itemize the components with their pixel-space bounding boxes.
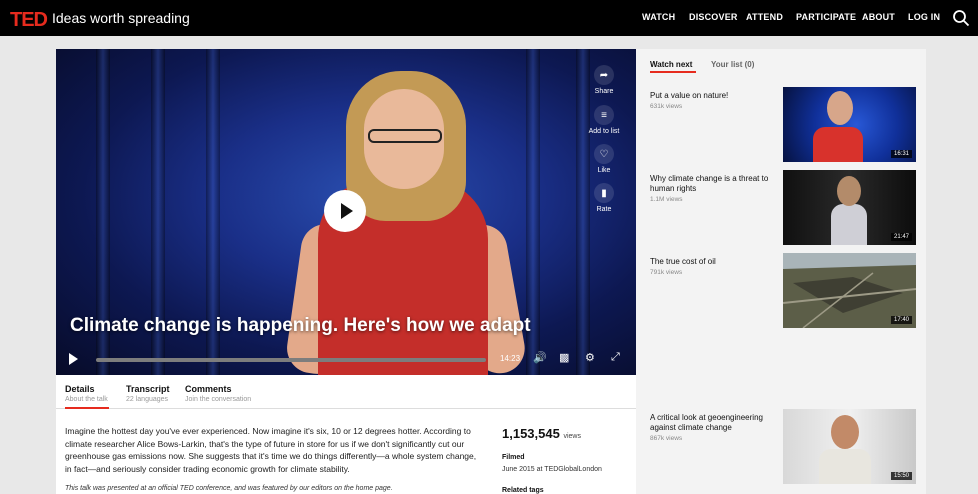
view-count-number: 1,153,545 [502, 426, 560, 441]
add-to-list-button[interactable]: ≡ Add to list [583, 105, 625, 135]
ted-logo[interactable]: TED [10, 9, 48, 32]
talk-duration: 21:47 [890, 233, 912, 241]
tab-sublabel: About the talk [65, 396, 108, 403]
share-label: Share [594, 88, 614, 95]
filmed-label: Filmed [502, 454, 525, 461]
share-button[interactable]: ➦ Share [583, 65, 625, 95]
talk-duration: 15:50 [890, 472, 912, 480]
bar-chart-icon: ▮ [594, 183, 614, 203]
related-tags-label: Related tags [502, 487, 544, 494]
rate-label: Rate [596, 206, 612, 213]
tagline: Ideas worth spreading [52, 10, 190, 26]
talk-views: 791k views [650, 269, 683, 276]
tab-transcript[interactable]: Transcript 22 languages [126, 384, 170, 403]
tab-comments[interactable]: Comments Join the conversation [185, 384, 251, 403]
talk-title[interactable]: The true cost of oil [650, 257, 780, 267]
speaker-figure [837, 176, 861, 206]
tab-sublabel: Join the conversation [185, 396, 252, 403]
add-to-list-icon: ≡ [594, 105, 614, 125]
filmed-value: June 2015 at TEDGlobalLondon [502, 466, 602, 473]
nav-discover[interactable]: DISCOVER [689, 12, 738, 22]
video-duration: 14:23 [500, 354, 521, 363]
fullscreen-icon[interactable]: ⤢ [611, 351, 620, 364]
video-controls: 14:23 🔊 ▩ ⚙ ⤢ [56, 345, 636, 375]
talk-details: Imagine the hottest day you've ever expe… [56, 409, 636, 494]
talk-views: 1.1M views [650, 196, 683, 203]
play-button-large[interactable] [324, 190, 366, 232]
watch-next-sidebar: Watch next Your list (0) Put a value on … [636, 49, 926, 494]
speaker-figure [827, 91, 853, 125]
talk-thumbnail[interactable]: 17:40 [783, 253, 916, 328]
video-title: Climate change is happening. Here's how … [70, 315, 531, 336]
like-button[interactable]: ♡ Like [583, 144, 625, 174]
talk-thumbnail[interactable]: 16:31 [783, 87, 916, 162]
nav-watch[interactable]: WATCH [642, 12, 675, 22]
featured-note: This talk was presented at an official T… [65, 485, 393, 492]
talk-tabs: Details About the talk Transcript 22 lan… [56, 375, 636, 409]
play-icon[interactable] [69, 353, 78, 365]
view-count-label: views [563, 433, 581, 440]
speaker-figure [813, 127, 863, 162]
tab-label: Comments [185, 384, 232, 394]
nav-attend[interactable]: ATTEND [746, 12, 783, 22]
speaker-figure [831, 415, 859, 449]
talk-title[interactable]: Put a value on nature! [650, 91, 780, 101]
nav-log-in[interactable]: LOG IN [908, 12, 940, 22]
talk-title[interactable]: Why climate change is a threat to human … [650, 174, 780, 194]
like-label: Like [597, 167, 611, 174]
tab-watch-next[interactable]: Watch next [650, 60, 692, 69]
talk-duration: 17:40 [890, 316, 912, 324]
rate-button[interactable]: ▮ Rate [583, 183, 625, 213]
tab-sublabel: 22 languages [126, 396, 169, 403]
heart-icon: ♡ [594, 144, 614, 164]
gear-icon[interactable]: ⚙ [585, 351, 595, 364]
top-navigation-bar: TED Ideas worth spreading WATCH DISCOVER… [0, 0, 978, 36]
view-count: 1,153,545 views [502, 426, 581, 441]
video-player[interactable]: ➦ Share ≡ Add to list ♡ Like ▮ Rate Clim… [56, 49, 636, 375]
talk-thumbnail[interactable]: 21:47 [783, 170, 916, 245]
speaker-figure [368, 129, 442, 143]
tab-label: Transcript [126, 384, 170, 394]
tab-label: Details [65, 384, 95, 394]
nav-about[interactable]: ABOUT [862, 12, 895, 22]
search-icon[interactable] [952, 9, 970, 27]
tab-details[interactable]: Details About the talk [65, 384, 108, 403]
speaker-figure [831, 204, 867, 245]
share-icon: ➦ [594, 65, 614, 85]
talk-duration: 16:31 [890, 150, 912, 158]
add-to-list-label: Add to list [588, 128, 620, 135]
progress-bar[interactable] [96, 358, 486, 362]
talk-thumbnail[interactable]: 15:50 [783, 409, 916, 484]
active-tab-indicator [650, 71, 696, 73]
speaker-figure [819, 449, 871, 484]
talk-views: 867k views [650, 435, 683, 442]
subtitles-icon[interactable]: ▩ [559, 351, 569, 364]
talk-title[interactable]: A critical look at geoengineering agains… [650, 413, 780, 433]
volume-icon[interactable]: 🔊 [533, 351, 547, 364]
nav-participate[interactable]: PARTICIPATE [796, 12, 856, 22]
tab-your-list[interactable]: Your list (0) [711, 60, 754, 69]
talk-description: Imagine the hottest day you've ever expe… [65, 426, 477, 474]
talk-views: 631k views [650, 103, 683, 110]
